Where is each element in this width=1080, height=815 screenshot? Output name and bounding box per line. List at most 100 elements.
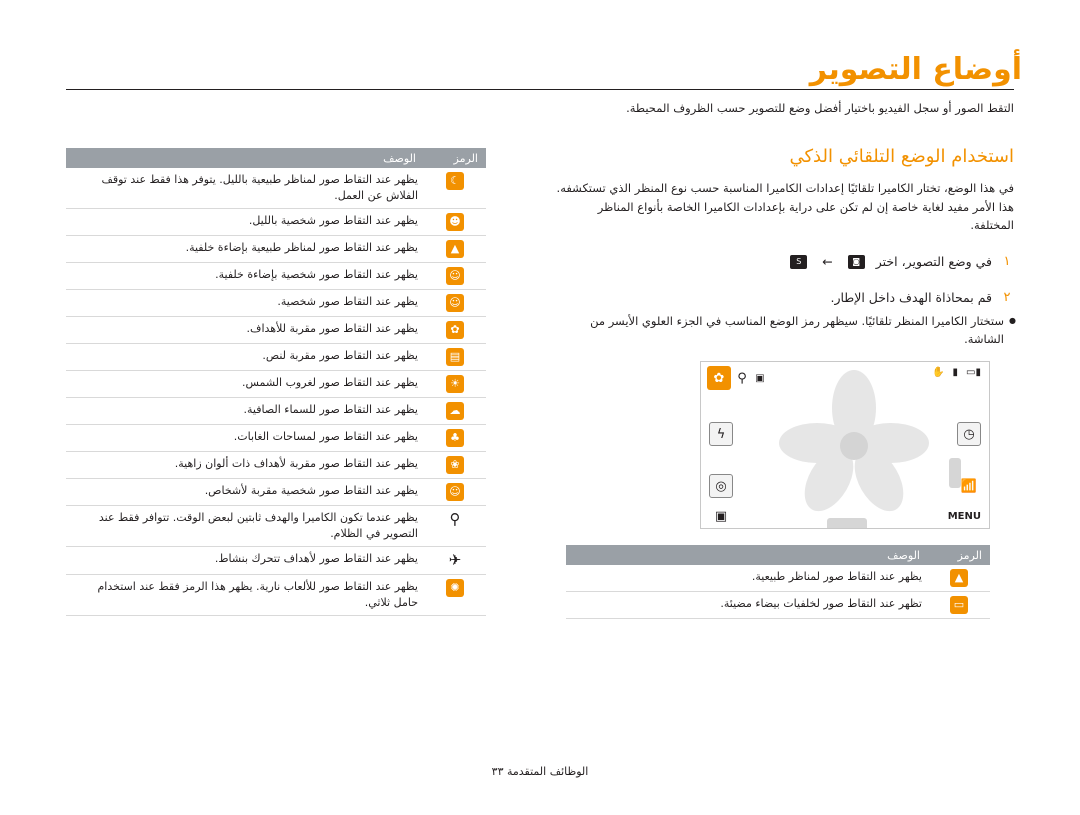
icon-cell: ⚲	[424, 505, 486, 547]
title-rule	[66, 89, 1014, 90]
table-row: ▤ يظهر عند التقاط صور مقربة لنص.	[66, 343, 486, 371]
forest-icon: ♣	[446, 429, 464, 447]
icon-cell: ☻	[424, 208, 486, 236]
step-2-text: قم بمحاذاة الهدف داخل الإطار.	[830, 290, 992, 305]
smart-white-icon: ▭	[950, 596, 968, 614]
stabilizer-icon: ✋	[932, 367, 945, 378]
description-cell: يظهر عند التقاط صور لمناظر طبيعية بالليل…	[66, 168, 424, 209]
page-footer: الوظائف المتقدمة ٣٣	[491, 765, 589, 778]
step-2: ٢ قم بمحاذاة الهدف داخل الإطار.	[552, 290, 1014, 305]
step-1-number: ١	[1003, 254, 1011, 269]
table-row: ▭ تظهر عند التقاط صور لخلفيات بيضاء مضيئة…	[566, 591, 990, 619]
tripod-icon: ⚲	[449, 510, 461, 528]
column-header-icon: الرمز	[928, 545, 990, 565]
macro-flower-icon: ✿	[707, 366, 731, 390]
face-detect-icon[interactable]: ◎	[709, 474, 733, 498]
table-row: ▲ يظهر عند التقاط صور لمناظر طبيعية بإضاء…	[66, 235, 486, 263]
camera-screen: ✿ ⚲ ▣ ✋ ▮ ▭▮ ϟ ◎ ▣ ◷ 📶 MENU	[700, 361, 990, 529]
step-1-text: في وضع التصوير، اختر	[875, 254, 992, 269]
camera-menu-button[interactable]: MENU	[948, 511, 981, 522]
description-cell: يظهر عند التقاط صور مقربة لأهداف ذات ألو…	[66, 451, 424, 479]
memory-icon: ▮	[952, 367, 959, 378]
side-panel-tab[interactable]	[949, 458, 961, 488]
section-heading: استخدام الوضع التلقائي الذكي	[789, 146, 1014, 167]
table-row: ☀ يظهر عند التقاط صور لغروب الشمس.	[66, 370, 486, 398]
tripod-icon: ⚲	[737, 370, 747, 386]
backlit-landscape-icon: ▲	[446, 240, 464, 258]
description-cell: يظهر عند التقاط صور شخصية بالليل.	[66, 208, 424, 236]
icon-cell: ☀	[424, 370, 486, 398]
description-cell: يظهر عند التقاط صور مقربة للأهداف.	[66, 316, 424, 344]
description-cell: يظهر عند التقاط صور لأهداف تتحرك بنشاط.	[66, 546, 424, 575]
column-header-icon: الرمز	[424, 148, 486, 168]
text-close-up-icon: ▤	[446, 348, 464, 366]
icon-cell: ☁	[424, 397, 486, 425]
description-cell: يظهر عند التقاط صور شخصية.	[66, 289, 424, 317]
table-row: ☁ يظهر عند التقاط صور للسماء الصافية.	[66, 397, 486, 425]
icon-cell: ☾	[424, 168, 486, 209]
camera-icon: ◙	[847, 254, 865, 269]
table-row: ☻ يظهر عند التقاط صور شخصية بالليل.	[66, 208, 486, 236]
table-row: ☾ يظهر عند التقاط صور لمناظر طبيعية باللي…	[66, 168, 486, 209]
intro-text: التقط الصور أو سجل الفيديو باختيار أفضل …	[626, 101, 1014, 115]
smart-auto-icon: S	[790, 254, 808, 269]
page-title: أوضاع التصوير	[809, 52, 1022, 87]
table-row: ☺ يظهر عند التقاط صور شخصية مقربة لأشخاص.	[66, 478, 486, 506]
backlit-portrait-icon: ☺	[446, 267, 464, 285]
icon-cell: ▤	[424, 343, 486, 371]
table-row: ✈ يظهر عند التقاط صور لأهداف تتحرك بنشاط.	[66, 546, 486, 575]
flower-illustration	[779, 370, 929, 512]
clear-sky-icon: ☁	[446, 402, 464, 420]
column-header-description: الوصف	[566, 545, 928, 565]
smart-icon: ▣	[755, 372, 765, 384]
timer-icon[interactable]: ◷	[957, 422, 981, 446]
table-row: ❀ يظهر عند التقاط صور مقربة لأهداف ذات أل…	[66, 451, 486, 479]
icon-cell: ✿	[424, 316, 486, 344]
description-cell: يظهر عند التقاط صور مقربة لنص.	[66, 343, 424, 371]
icon-cell: ✈	[424, 546, 486, 575]
camera-top-left: ✿ ⚲ ▣	[707, 366, 767, 390]
sunset-icon: ☀	[446, 375, 464, 393]
extra-icon-table: الرمز الوصف ▲ يظهر عند التقاط صور لمناظر …	[566, 545, 990, 619]
table-row: ✺ يظهر عند التقاط صور للألعاب نارية. يظهر…	[66, 574, 486, 616]
bottom-panel-tab[interactable]	[827, 518, 867, 528]
night-landscape-icon: ☾	[446, 172, 464, 190]
column-header-description: الوصف	[66, 148, 424, 168]
step-2-number: ٢	[1003, 290, 1011, 305]
table-row: ☺ يظهر عند التقاط صور شخصية بإضاءة خلفية.	[66, 262, 486, 290]
landscape-icon: ▲	[950, 569, 968, 587]
icon-cell: ☺	[424, 262, 486, 290]
icon-cell: ✺	[424, 574, 486, 616]
section-text: في هذا الوضع، تختار الكاميرا تلقائيًا إع…	[556, 181, 1014, 232]
description-cell: يظهر عند التقاط صور للألعاب نارية. يظهر …	[66, 574, 424, 616]
description-cell: تظهر عند التقاط صور لخلفيات بيضاء مضيئة.	[566, 591, 928, 619]
table-row: ✿ يظهر عند التقاط صور مقربة للأهداف.	[66, 316, 486, 344]
camera-top-right: ✋ ▮ ▭▮	[932, 367, 981, 378]
step-1: ١ في وضع التصوير، اختر ◙ ← S	[552, 254, 1014, 269]
icon-cell: ▲	[928, 565, 990, 592]
table-row: ☺ يظهر عند التقاط صور شخصية.	[66, 289, 486, 317]
description-cell: يظهر عند التقاط صور شخصية مقربة لأشخاص.	[66, 478, 424, 506]
table-row: ♣ يظهر عند التقاط صور لمساحات الغابات.	[66, 424, 486, 452]
description-cell: يظهر عند التقاط صور لمناظر طبيعية.	[566, 565, 928, 592]
description-cell: يظهر عند التقاط صور لمساحات الغابات.	[66, 424, 424, 452]
close-up-icon: ✿	[446, 321, 464, 339]
icon-cell: ▲	[424, 235, 486, 263]
arrow-icon: ←	[822, 254, 833, 269]
flash-icon[interactable]: ϟ	[709, 422, 733, 446]
description-cell: يظهر عند التقاط صور لغروب الشمس.	[66, 370, 424, 398]
icon-cell: ♣	[424, 424, 486, 452]
icon-cell: ☺	[424, 289, 486, 317]
description-cell: يظهر عند التقاط صور للسماء الصافية.	[66, 397, 424, 425]
action-icon: ✈	[448, 551, 462, 569]
icon-cell: ☺	[424, 478, 486, 506]
description-cell: يظهر عند التقاط صور شخصية بإضاءة خلفية.	[66, 262, 424, 290]
description-cell: يظهر عند التقاط صور لمناظر طبيعية بإضاءة…	[66, 235, 424, 263]
battery-icon: ▭▮	[966, 367, 981, 378]
fireworks-icon: ✺	[446, 579, 464, 597]
icon-cell: ❀	[424, 451, 486, 479]
scene-icon-table: الرمز الوصف ☾ يظهر عند التقاط صور لمناظر …	[66, 148, 486, 616]
people-close-up-icon: ☺	[446, 483, 464, 501]
size-icon[interactable]: ▣	[709, 504, 733, 528]
icon-cell: ▭	[928, 591, 990, 619]
